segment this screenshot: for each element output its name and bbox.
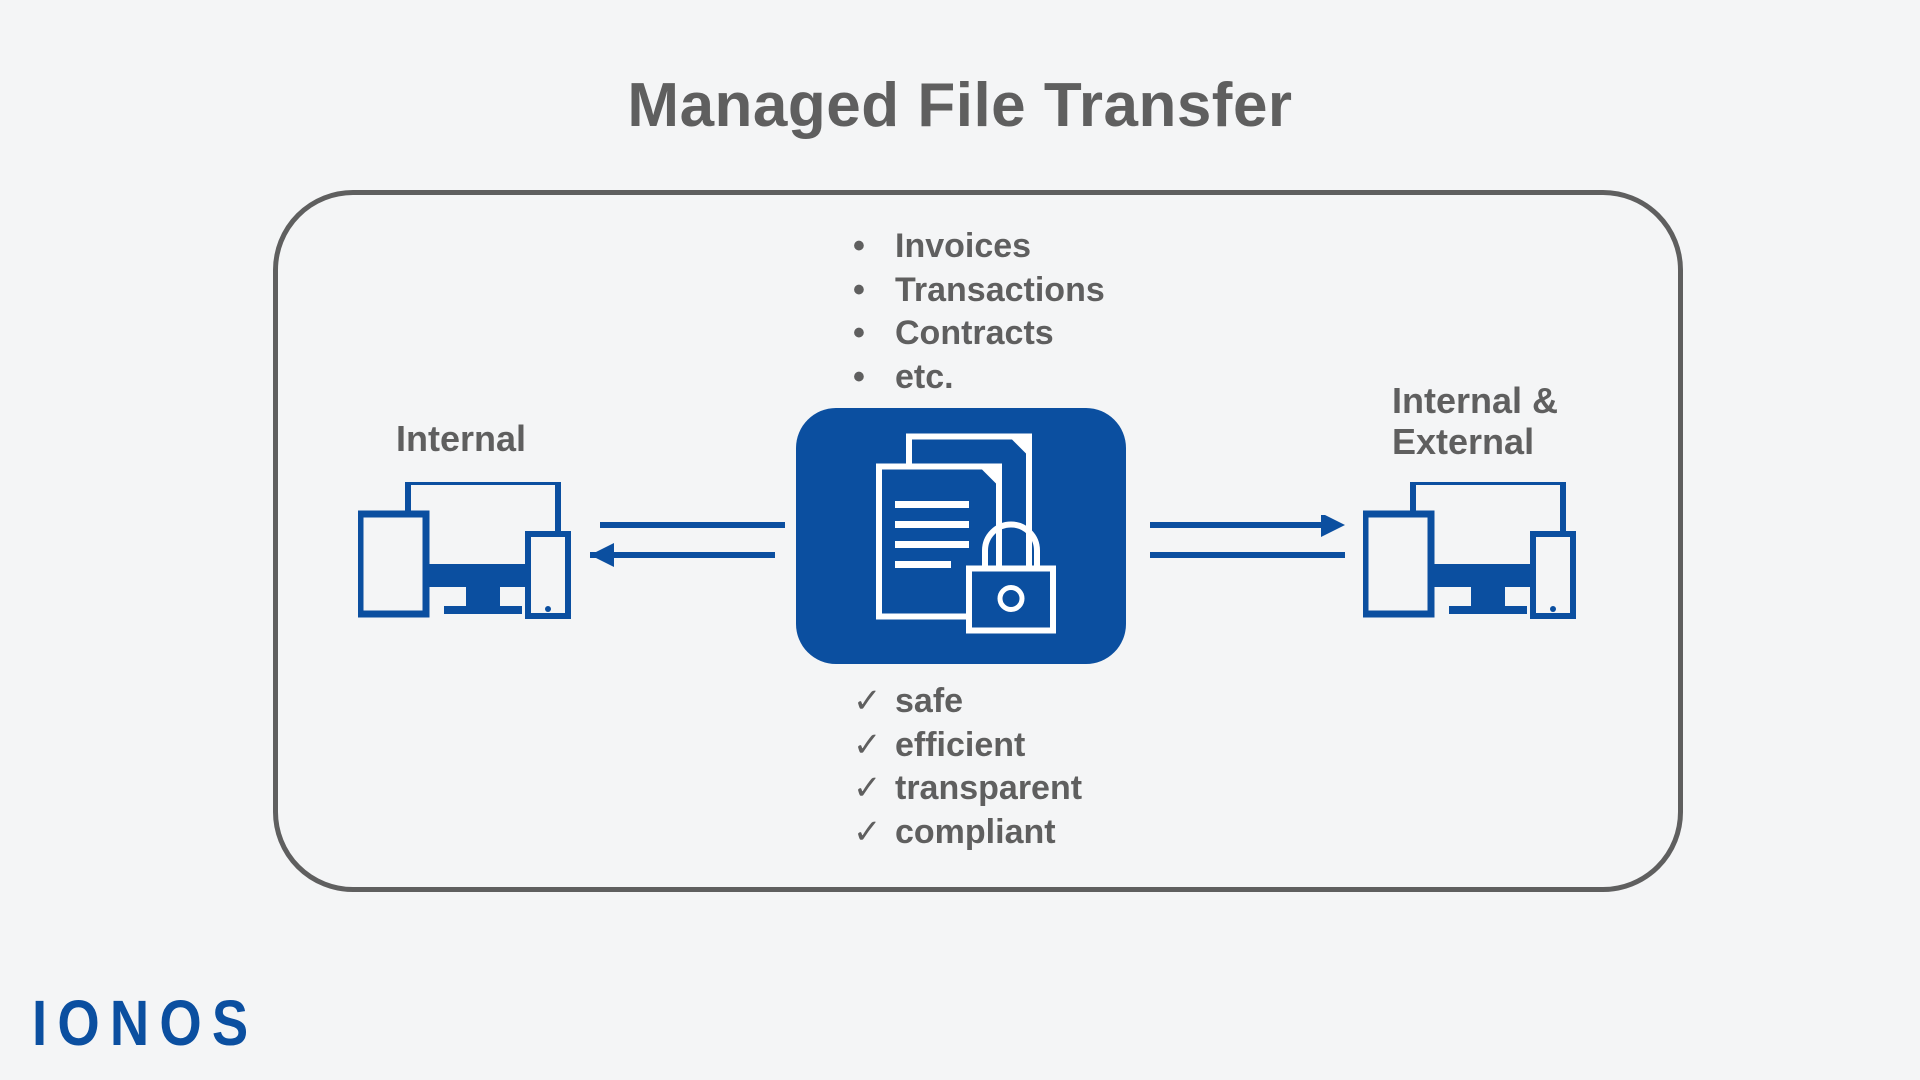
quality-item: compliant	[895, 813, 1056, 851]
quality-item: safe	[895, 682, 963, 720]
file-type-item: Invoices	[895, 227, 1031, 265]
quality-item: efficient	[895, 726, 1025, 764]
quality-item: transparent	[895, 769, 1082, 807]
diagram-canvas: Managed File Transfer •Invoices •Transac…	[0, 0, 1920, 1080]
file-types-list: •Invoices •Transactions •Contracts •etc.	[853, 225, 1105, 399]
secure-documents-icon	[851, 429, 1071, 644]
brand-logo: IONOS	[32, 986, 258, 1060]
left-endpoint-label: Internal	[396, 418, 526, 459]
qualities-list: ✓safe ✓efficient ✓transparent ✓compliant	[853, 680, 1082, 854]
file-type-item: Transactions	[895, 271, 1105, 309]
bidirectional-arrow-icon	[590, 515, 785, 576]
file-type-item: etc.	[895, 358, 954, 396]
page-title: Managed File Transfer	[0, 70, 1920, 141]
devices-icon-left	[358, 482, 578, 637]
bidirectional-arrow-icon	[1150, 515, 1345, 576]
file-type-item: Contracts	[895, 314, 1054, 352]
secure-documents-box	[796, 408, 1126, 664]
devices-icon-right	[1363, 482, 1583, 637]
right-endpoint-label: Internal & External	[1392, 380, 1558, 463]
